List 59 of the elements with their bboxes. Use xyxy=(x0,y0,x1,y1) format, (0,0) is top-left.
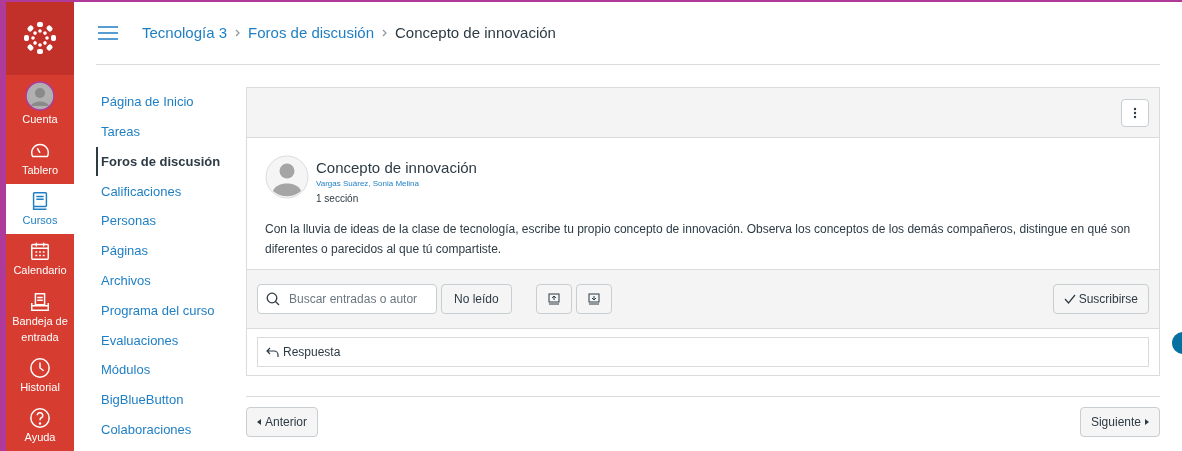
global-nav-item[interactable]: Cuenta xyxy=(6,74,74,135)
search-icon xyxy=(266,292,280,306)
post-body: Con la lluvia de ideas de la clase de tecnología, escribe tu propio concepto de innovación. Observa los conceptos de los demás compañeros, distingue en qué son diferentes o parecidos al que tú compartiste. xyxy=(265,221,1132,258)
breadcrumb-link[interactable]: Tecnología 3 xyxy=(142,21,228,45)
menu-icon[interactable] xyxy=(98,25,118,41)
course-nav-link[interactable]: BigBlueButton xyxy=(96,384,246,415)
global-nav-label: Bandeja de entrada xyxy=(11,313,69,345)
check-icon xyxy=(1063,294,1076,304)
upload-icon xyxy=(547,293,560,305)
course-nav-link[interactable]: Módulos xyxy=(96,355,246,385)
caret-icon xyxy=(1145,419,1149,425)
reply-label: Respuesta xyxy=(283,344,341,361)
collapse-button[interactable] xyxy=(575,284,612,314)
global-nav-label: Cuenta xyxy=(22,112,58,128)
search-field[interactable]: Buscar entradas o autor xyxy=(257,284,437,314)
global-nav-label: Calendario xyxy=(13,262,67,278)
global-nav-item[interactable]: Tablero xyxy=(6,134,74,185)
global-nav-item[interactable]: Calendario xyxy=(6,233,74,284)
global-nav-label: Ayuda xyxy=(24,430,56,446)
course-nav-link[interactable]: Páginas xyxy=(96,236,246,266)
global-nav-label: Tablero xyxy=(21,163,59,179)
author-link[interactable]: Vargas Suárez, Sonia Melina xyxy=(316,177,477,191)
course-nav-link[interactable]: Foros de discusión xyxy=(96,146,246,177)
help-icon xyxy=(29,407,51,430)
clock-icon xyxy=(29,357,51,380)
subscribe-button[interactable]: Suscribirse xyxy=(1052,284,1149,314)
chevron-icon xyxy=(235,29,241,37)
global-nav-item[interactable]: Cursos xyxy=(6,184,74,234)
reply-field[interactable]: Respuesta xyxy=(257,337,1149,367)
caret-icon xyxy=(257,419,261,425)
chevron-icon xyxy=(382,29,387,37)
global-nav-item[interactable]: Bandeja de entrada xyxy=(6,283,74,352)
inbox-icon xyxy=(29,290,51,313)
more-options-button[interactable] xyxy=(1121,98,1149,127)
course-nav-link[interactable]: Calificaciones xyxy=(96,176,246,207)
avatar-icon xyxy=(25,81,55,112)
global-nav-item[interactable]: Ayuda xyxy=(6,401,74,451)
course-nav-link[interactable]: Evaluaciones xyxy=(96,325,246,356)
post-title: Concepto de innovación xyxy=(316,159,477,177)
reply-icon xyxy=(266,346,279,358)
previous-button[interactable]: Anterior xyxy=(246,407,319,437)
course-nav-link[interactable]: Tareas xyxy=(96,116,246,147)
section-count: 1 sección xyxy=(316,192,360,206)
global-nav-label: Historial xyxy=(20,380,60,396)
download-icon xyxy=(587,293,600,305)
avatar-icon xyxy=(265,155,309,199)
more-icon xyxy=(1133,106,1137,119)
course-nav-link[interactable]: Personas xyxy=(96,206,246,236)
course-nav-link[interactable]: Programa del curso xyxy=(96,295,246,326)
course-nav-link[interactable]: Colaboraciones xyxy=(96,414,246,445)
expand-button[interactable] xyxy=(535,284,572,314)
unread-button[interactable]: No leído xyxy=(441,284,512,314)
global-nav-item[interactable]: Historial xyxy=(6,351,74,402)
next-button[interactable]: Siguiente xyxy=(1079,407,1160,437)
course-nav-link[interactable]: Archivos xyxy=(96,265,246,296)
breadcrumb-link[interactable]: Foros de discusión xyxy=(248,21,374,45)
logo-icon xyxy=(23,21,57,56)
global-nav-label: Cursos xyxy=(22,213,58,229)
course-nav-link[interactable]: Página de Inicio xyxy=(96,87,246,117)
